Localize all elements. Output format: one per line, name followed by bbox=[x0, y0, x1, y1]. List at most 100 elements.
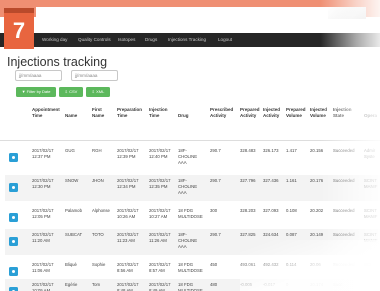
cell-prep: 2017/02/17 11:23 AM bbox=[117, 232, 139, 243]
step-number-badge: 7 bbox=[4, 13, 34, 49]
view-details-button[interactable] bbox=[9, 153, 18, 162]
table-header: Appointment Time Name First Name Preparati… bbox=[0, 107, 380, 141]
header-first-name[interactable]: First Name bbox=[92, 107, 104, 119]
header-injected-volume[interactable]: Injected Volume bbox=[310, 107, 327, 119]
cell-inj: 2017/02/17 8:57 AM bbox=[149, 262, 171, 273]
header-injected-activity[interactable]: Injected Activity bbox=[263, 107, 280, 119]
cell-drug: 18 FDG MULTIDOSE bbox=[178, 282, 203, 291]
nav-item-quality-controls[interactable]: Quality Controls bbox=[78, 33, 111, 47]
cell-inj: 2017/02/17 8:49 AM bbox=[149, 282, 171, 291]
cell-prepared: -0.005 bbox=[240, 282, 253, 287]
cell-prep: 2017/02/17 10:26 AM bbox=[117, 208, 139, 219]
cell-prep-vol: 1.417 bbox=[286, 148, 297, 153]
cell-state: Succeeded bbox=[333, 148, 355, 153]
csv-export-button[interactable]: ⇩ CSV bbox=[59, 87, 83, 97]
cell-appt: 2017/02/17 12:30 PM bbox=[32, 178, 54, 189]
cell-inj: 2017/02/17 11:26 AM bbox=[149, 232, 171, 243]
cell-prescribed: 480 bbox=[210, 282, 218, 287]
nav-item-injections-tracking[interactable]: Injections Tracking bbox=[168, 33, 206, 47]
cell-first: Alphonse bbox=[92, 208, 110, 213]
cell-inj: 2017/02/17 10:27 AM bbox=[149, 208, 171, 219]
cell-prep-vol: 0.114 bbox=[286, 262, 297, 267]
cell-name: GUG bbox=[65, 148, 75, 153]
view-details-button[interactable] bbox=[9, 237, 18, 246]
cell-prep-vol: 0.108 bbox=[286, 208, 297, 213]
table-row: 2017/02/17 12:37 PM GUG RGH 2017/02/17 12:39 … bbox=[5, 145, 380, 171]
table-row: 2017/02/17 11:20 AM SUBCAT TOTO 2017/02/17 11… bbox=[5, 229, 380, 255]
filter-by-date-button[interactable]: ▼ Filter by Date bbox=[16, 87, 56, 97]
table-row: 2017/02/17 10:05 AM Egèrie Tom 2017/02/17 8:4… bbox=[5, 279, 380, 291]
cell-operator: Admir Syste bbox=[364, 148, 376, 159]
cell-prescribed: 290.7 bbox=[210, 148, 221, 153]
header-drug[interactable]: Drug bbox=[178, 113, 189, 119]
cell-prepared: 328.203 bbox=[240, 208, 256, 213]
cell-appt: 2017/02/17 12:37 PM bbox=[32, 148, 54, 159]
csv-button-label: CSV bbox=[69, 89, 78, 94]
header-prescribed-activity[interactable]: Prescribed Activity bbox=[210, 107, 233, 119]
date-from-input[interactable]: jj/mm/aaaa bbox=[15, 70, 62, 81]
nav-item-working-day[interactable]: Working day bbox=[42, 33, 67, 47]
cell-operator: SCI bbox=[364, 262, 372, 267]
cell-injected: 327.436 bbox=[263, 178, 279, 183]
header-prepared-activity[interactable]: Prepared Activity bbox=[240, 107, 260, 119]
page-curl-decoration bbox=[328, 7, 366, 19]
cell-prep-vol: 0 bbox=[286, 282, 289, 287]
cell-state: Succeeded bbox=[333, 232, 355, 237]
cell-inj-vol: 20.174 bbox=[310, 282, 324, 287]
header-preparation-time[interactable]: Preparation Time bbox=[117, 107, 142, 119]
cell-prescribed: 290.7 bbox=[210, 232, 221, 237]
cell-operator: SCINT MANIF bbox=[364, 208, 378, 219]
cell-inj: 2017/02/17 12:35 PM bbox=[149, 178, 171, 189]
cell-inj: 2017/02/17 12:40 PM bbox=[149, 148, 171, 159]
cell-first: TOTO bbox=[92, 232, 104, 237]
cell-operator: SCINT MANIF bbox=[364, 232, 378, 243]
cell-first: RGH bbox=[92, 148, 102, 153]
cell-appt: 2017/02/17 11:06 AM bbox=[32, 262, 54, 273]
cell-drug: 18F- CHOLINE AAA bbox=[178, 148, 198, 165]
cell-prepared: 493.061 bbox=[240, 262, 256, 267]
cell-inj-vol: 20.06 bbox=[310, 262, 321, 267]
page-title: Injections tracking bbox=[7, 55, 108, 69]
cell-injected: 326.173 bbox=[263, 148, 279, 153]
cell-prep-vol: 1.161 bbox=[286, 178, 297, 183]
cell-injected: 327.093 bbox=[263, 208, 279, 213]
cell-prep: 2017/02/17 8:56 AM bbox=[117, 262, 139, 273]
cell-inj-vol: 20.202 bbox=[310, 208, 324, 213]
cell-drug: 18F- CHOLINE AAA bbox=[178, 178, 198, 195]
cell-injected: 324.634 bbox=[263, 232, 279, 237]
cell-name: SUBCAT bbox=[65, 232, 83, 237]
header-appointment-time[interactable]: Appointment Time bbox=[32, 107, 60, 119]
cell-appt: 2017/02/17 11:20 AM bbox=[32, 232, 54, 243]
header-operator[interactable]: Opera bbox=[364, 113, 377, 119]
date-to-input[interactable]: jj/mm/aaaa bbox=[71, 70, 118, 81]
cell-prepared: 328.483 bbox=[240, 148, 256, 153]
cell-drug: 18F- CHOLINE AAA bbox=[178, 232, 198, 249]
cell-name: Egèrie bbox=[65, 282, 78, 287]
cell-appt: 2017/02/17 12:05 PM bbox=[32, 208, 54, 219]
cell-injected: 492.432 bbox=[263, 262, 279, 267]
cell-appt: 2017/02/17 10:05 AM bbox=[32, 282, 54, 291]
cell-prepared: 327.825 bbox=[240, 232, 256, 237]
cell-name: SNOW bbox=[65, 178, 79, 183]
view-details-button[interactable] bbox=[9, 267, 18, 276]
table-row: 2017/02/17 12:05 PM Palamob Alphonse 2017/02… bbox=[5, 205, 380, 231]
cell-inj-vol: 20.176 bbox=[310, 178, 324, 183]
header-name[interactable]: Name bbox=[65, 113, 77, 119]
table-row: 2017/02/17 12:30 PM SNOW JHON 2017/02/17 12:3… bbox=[5, 175, 380, 201]
nav-item-isotopes[interactable]: Isotopes bbox=[118, 33, 135, 47]
view-details-button[interactable] bbox=[9, 183, 18, 192]
header-injection-time[interactable]: Injection Time bbox=[149, 107, 168, 119]
cell-inj-vol: 20.156 bbox=[310, 148, 324, 153]
header-injection-state[interactable]: Injection State bbox=[333, 107, 352, 119]
xml-button-label: XML bbox=[96, 89, 105, 94]
nav-item-logout[interactable]: Logout bbox=[218, 33, 232, 47]
cell-name: Bliquè bbox=[65, 262, 77, 267]
view-details-button[interactable] bbox=[9, 213, 18, 222]
view-details-button[interactable] bbox=[9, 287, 18, 291]
cell-state: Succeeded bbox=[333, 208, 355, 213]
header-prepared-volume[interactable]: Prepared Volume bbox=[286, 107, 306, 119]
cell-prescribed: 300 bbox=[210, 208, 218, 213]
nav-item-drugs[interactable]: Drugs bbox=[145, 33, 157, 47]
main-navbar: Working day Quality Controls Isotopes Dr… bbox=[0, 33, 380, 47]
xml-export-button[interactable]: ⇩ XML bbox=[86, 87, 110, 97]
